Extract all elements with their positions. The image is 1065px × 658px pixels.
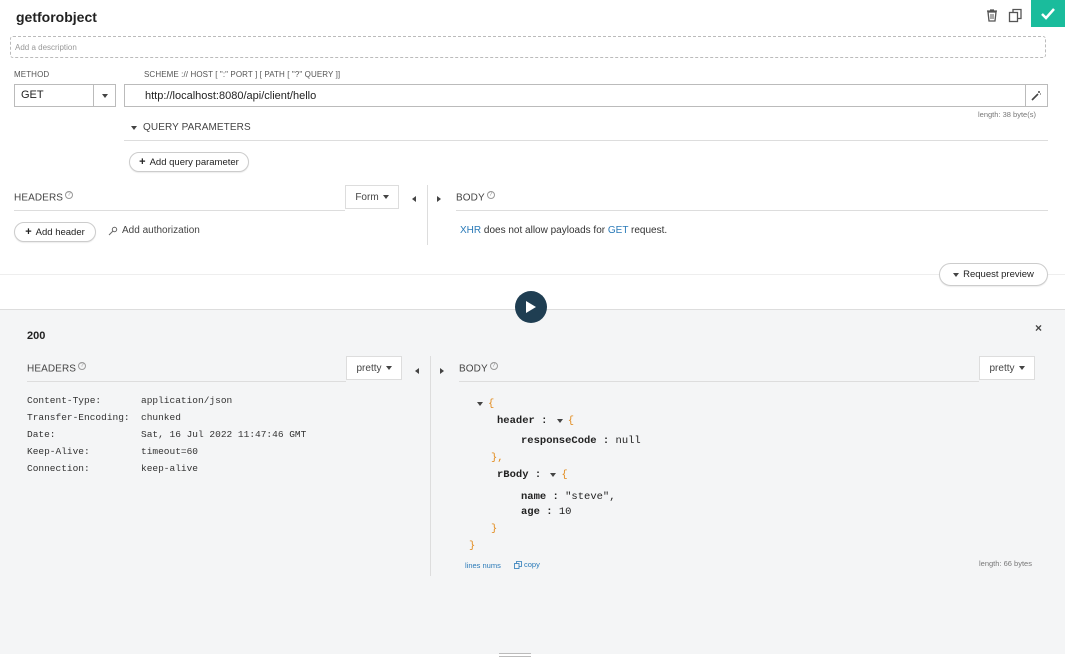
json-viewer: { header : { responseCode : null }, rBod…	[469, 398, 641, 557]
header-row: Date: Sat, 16 Jul 2022 11:47:46 GMT	[27, 429, 307, 440]
request-title[interactable]: getforobject	[16, 9, 97, 25]
json-line: }	[469, 540, 476, 552]
help-icon[interactable]: ?	[78, 362, 87, 370]
header-row: Keep-Alive: timeout=60	[27, 446, 199, 457]
chevron-down-icon	[382, 195, 389, 199]
request-preview-button[interactable]: Request preview	[939, 263, 1048, 286]
json-line: rBody : {	[497, 469, 568, 481]
collapse-right-icon[interactable]	[440, 365, 444, 377]
header-row: Transfer-Encoding: chunked	[27, 412, 181, 423]
copy-button[interactable]: copy	[514, 560, 540, 569]
help-icon[interactable]: ?	[65, 191, 74, 199]
query-params-toggle[interactable]: QUERY PARAMETERS	[131, 122, 251, 133]
trash-icon[interactable]	[985, 8, 1001, 24]
response-length: length: 66 bytes	[979, 559, 1032, 568]
caret-down-icon	[131, 125, 137, 130]
json-line: },	[491, 452, 504, 464]
collapse-right-icon[interactable]	[437, 193, 441, 205]
body-note: XHR does not allow payloads for GET requ…	[460, 225, 668, 236]
collapse-toggle-icon[interactable]	[556, 419, 563, 423]
play-icon	[526, 301, 536, 313]
json-line: age : 10	[521, 506, 572, 518]
url-input[interactable]	[125, 85, 1025, 106]
header-row: Content-Type: application/json	[27, 395, 233, 406]
collapse-left-icon[interactable]	[415, 365, 419, 377]
copy-icon	[514, 560, 522, 569]
chevron-down-icon	[385, 366, 392, 370]
send-request-button[interactable]	[515, 291, 547, 323]
split-divider[interactable]	[430, 356, 431, 576]
divider	[124, 140, 1048, 141]
plus-icon: +	[139, 156, 146, 168]
add-authorization-link[interactable]: Add authorization	[108, 225, 200, 236]
response-status: 200	[27, 330, 46, 342]
headers-mode-select[interactable]: Form	[345, 185, 399, 209]
help-icon[interactable]: ?	[489, 362, 498, 370]
json-line: name : "steve",	[521, 491, 616, 503]
check-icon	[1041, 7, 1055, 20]
divider	[456, 210, 1048, 211]
header-row: Connection: keep-alive	[27, 463, 199, 474]
collapse-toggle-icon[interactable]	[550, 473, 557, 477]
duplicate-icon[interactable]	[1008, 8, 1024, 24]
method-value: GET	[21, 89, 44, 101]
divider	[14, 210, 345, 211]
add-query-parameter-button[interactable]: + Add query parameter	[129, 152, 249, 172]
request-body-label: BODY?	[456, 191, 495, 203]
save-button[interactable]	[1031, 0, 1065, 27]
divider	[459, 381, 979, 382]
method-label: METHOD	[14, 70, 50, 79]
json-line: header : {	[497, 415, 575, 427]
chevron-down-icon	[1018, 366, 1025, 370]
url-field[interactable]	[124, 84, 1048, 107]
chevron-down-icon[interactable]	[93, 85, 115, 106]
help-icon[interactable]: ?	[486, 191, 495, 199]
magic-wand-icon[interactable]	[1025, 85, 1047, 106]
response-headers-mode-select[interactable]: pretty	[346, 356, 402, 380]
plus-icon: +	[25, 226, 32, 238]
description-field[interactable]	[10, 36, 1046, 58]
collapse-toggle-icon[interactable]	[477, 402, 483, 406]
response-body-mode-select[interactable]: pretty	[979, 356, 1035, 380]
resize-handle[interactable]	[499, 653, 531, 657]
response-headers-list: Content-Type: application/json Transfer-E…	[27, 395, 306, 480]
response-body-label: BODY?	[459, 362, 498, 374]
divider	[0, 274, 1065, 275]
response-headers-label: HEADERS?	[27, 362, 87, 374]
url-format-label: SCHEME :// HOST [ ":" PORT ] [ PATH [ "?…	[144, 70, 341, 79]
collapse-left-icon[interactable]	[412, 193, 416, 205]
split-divider[interactable]	[427, 185, 428, 245]
method-select[interactable]: GET	[14, 84, 116, 107]
lines-nums-toggle[interactable]: lines nums	[465, 561, 501, 570]
query-params-label: QUERY PARAMETERS	[143, 122, 251, 133]
add-header-button[interactable]: + Add header	[14, 222, 96, 242]
json-line: responseCode : null	[521, 435, 641, 447]
json-line: {	[477, 398, 641, 415]
close-icon[interactable]: ×	[1035, 321, 1042, 335]
divider	[27, 381, 346, 382]
description-input[interactable]	[11, 37, 1045, 57]
key-icon	[108, 226, 118, 235]
caret-down-icon	[953, 272, 960, 277]
request-headers-label: HEADERS?	[14, 191, 74, 203]
url-length: length: 38 byte(s)	[978, 110, 1036, 119]
json-line: }	[491, 523, 498, 535]
